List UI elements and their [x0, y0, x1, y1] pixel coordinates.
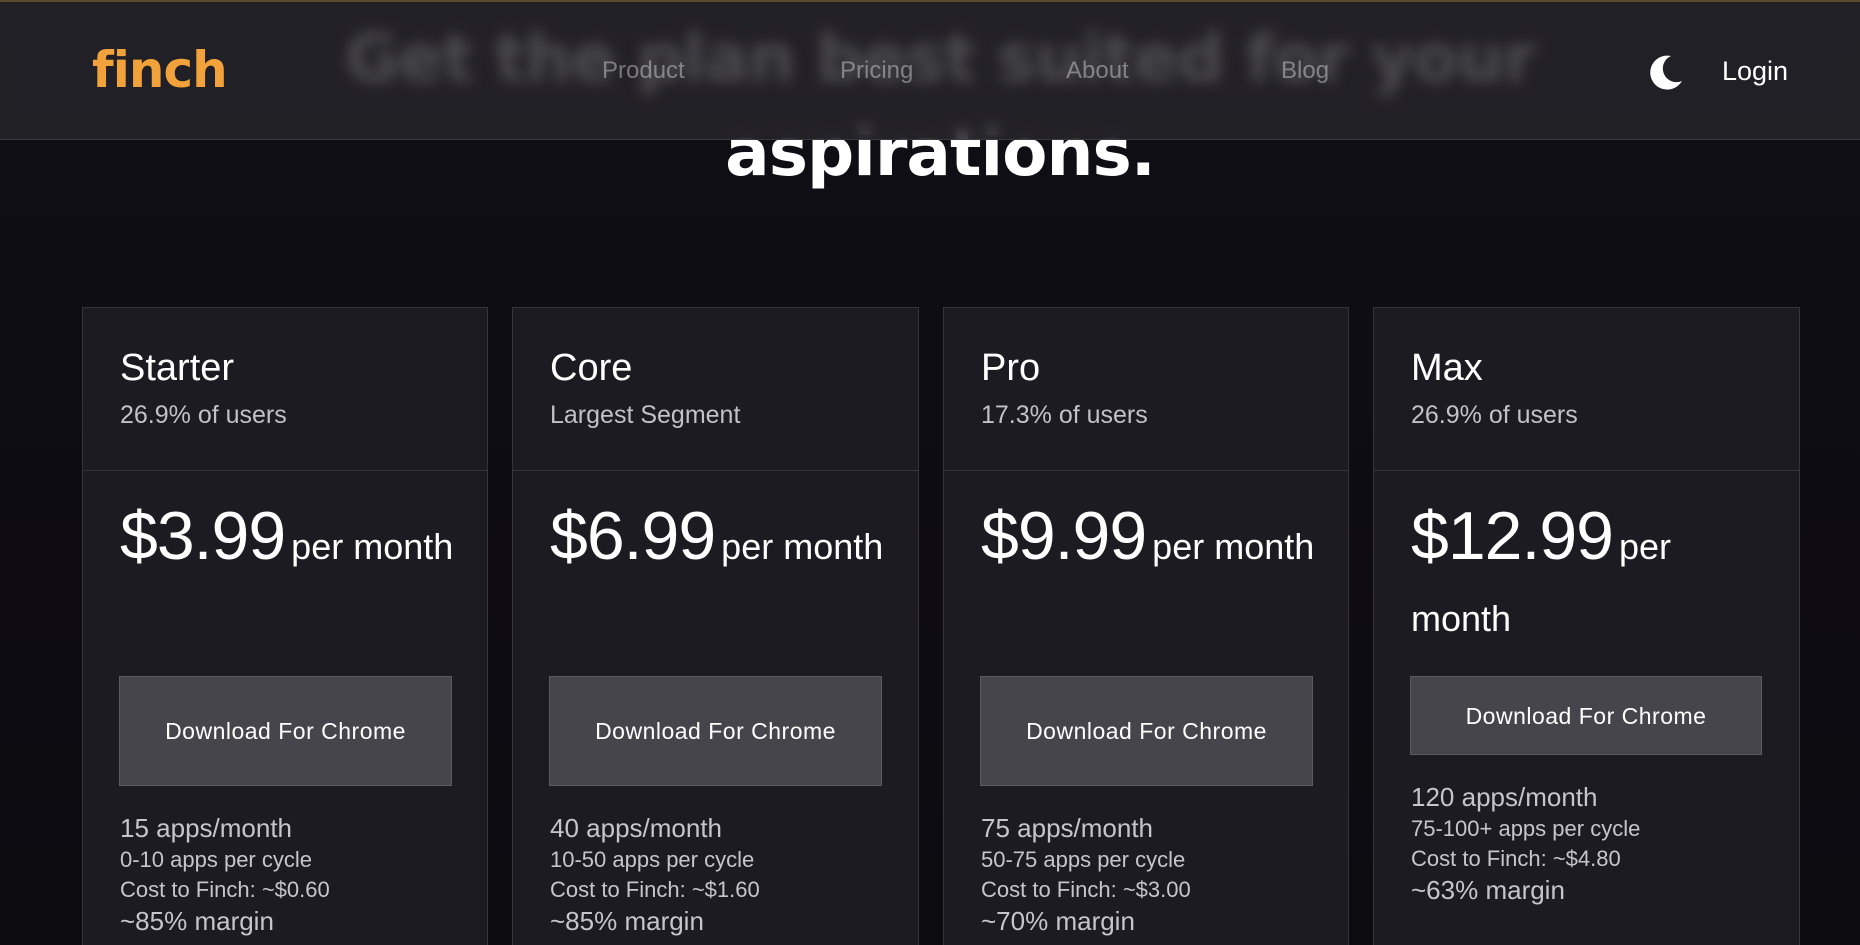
nav-link-product[interactable]: Product — [602, 56, 685, 86]
download-for-chrome-button[interactable]: Download For Chrome — [549, 676, 882, 786]
feature-apps-per-cycle: 10-50 apps per cycle — [550, 847, 755, 872]
feature-cost: Cost to Finch: ~$3.00 — [981, 877, 1191, 902]
finch-logo[interactable]: finch — [92, 40, 228, 100]
nav-link-about[interactable]: About — [1066, 56, 1129, 86]
plan-card-core: Core Largest Segment $6.99 per month Down… — [512, 307, 919, 945]
plan-price: $6.99 per month — [550, 502, 890, 587]
price-amount: $3.99 — [120, 498, 286, 574]
feature-apps-per-cycle: 0-10 apps per cycle — [120, 847, 312, 872]
feature-cost: Cost to Finch: ~$1.60 — [550, 877, 760, 902]
plan-card-header: Starter 26.9% of users — [83, 308, 487, 471]
feature-margin: ~63% margin — [1411, 875, 1565, 905]
price-period: per month — [291, 526, 454, 567]
plan-card-header: Pro 17.3% of users — [944, 308, 1348, 471]
plan-name: Core — [550, 347, 633, 389]
price-amount: $12.99 — [1411, 498, 1614, 574]
plan-features: 120 apps/month 75-100+ apps per cycle Co… — [1411, 780, 1640, 906]
price-amount: $6.99 — [550, 498, 716, 574]
feature-apps-per-month: 15 apps/month — [120, 813, 293, 843]
download-for-chrome-button[interactable]: Download For Chrome — [1410, 676, 1762, 755]
plan-price: $3.99 per month — [120, 502, 460, 587]
price-period: per month — [1152, 526, 1315, 567]
plan-price: $9.99 per month — [981, 502, 1321, 587]
plan-card-max: Max 26.9% of users $12.99 per month Downl… — [1373, 307, 1800, 945]
pricing-page: Get the plan best suited for your aspira… — [0, 0, 1860, 945]
feature-apps-per-cycle: 75-100+ apps per cycle — [1411, 816, 1641, 841]
download-for-chrome-button[interactable]: Download For Chrome — [980, 676, 1313, 786]
plan-features: 75 apps/month 50-75 apps per cycle Cost … — [981, 811, 1191, 937]
plan-name: Starter — [120, 347, 235, 389]
download-for-chrome-button[interactable]: Download For Chrome — [119, 676, 452, 786]
plan-name: Pro — [981, 347, 1041, 389]
feature-apps-per-month: 120 apps/month — [1411, 782, 1598, 812]
feature-margin: ~70% margin — [981, 906, 1135, 936]
feature-margin: ~85% margin — [120, 906, 274, 936]
plan-card-header: Core Largest Segment — [513, 308, 918, 471]
feature-apps-per-month: 75 apps/month — [981, 813, 1154, 843]
feature-cost: Cost to Finch: ~$0.60 — [120, 877, 330, 902]
feature-apps-per-month: 40 apps/month — [550, 813, 723, 843]
price-period: per month — [721, 526, 884, 567]
top-navbar: finch Product Pricing About Blog Login — [0, 0, 1860, 140]
nav-link-pricing[interactable]: Pricing — [840, 56, 913, 86]
moon-icon[interactable] — [1644, 50, 1688, 94]
plan-subtitle: 26.9% of users — [120, 401, 287, 429]
login-button[interactable]: Login — [1722, 54, 1788, 88]
plan-card-pro: Pro 17.3% of users $9.99 per month Downlo… — [943, 307, 1349, 945]
plan-features: 40 apps/month 10-50 apps per cycle Cost … — [550, 811, 760, 937]
plan-features: 15 apps/month 0-10 apps per cycle Cost t… — [120, 811, 330, 937]
feature-cost: Cost to Finch: ~$4.80 — [1411, 846, 1621, 871]
feature-margin: ~85% margin — [550, 906, 704, 936]
plan-subtitle: Largest Segment — [550, 401, 741, 429]
plan-card-starter: Starter 26.9% of users $3.99 per month Do… — [82, 307, 488, 945]
feature-apps-per-cycle: 50-75 apps per cycle — [981, 847, 1186, 872]
nav-link-blog[interactable]: Blog — [1281, 56, 1329, 86]
plan-subtitle: 17.3% of users — [981, 401, 1148, 429]
plan-subtitle: 26.9% of users — [1411, 401, 1578, 429]
plan-price: $12.99 per month — [1411, 502, 1751, 659]
price-amount: $9.99 — [981, 498, 1147, 574]
plan-card-header: Max 26.9% of users — [1374, 308, 1799, 471]
plan-name: Max — [1411, 347, 1483, 389]
